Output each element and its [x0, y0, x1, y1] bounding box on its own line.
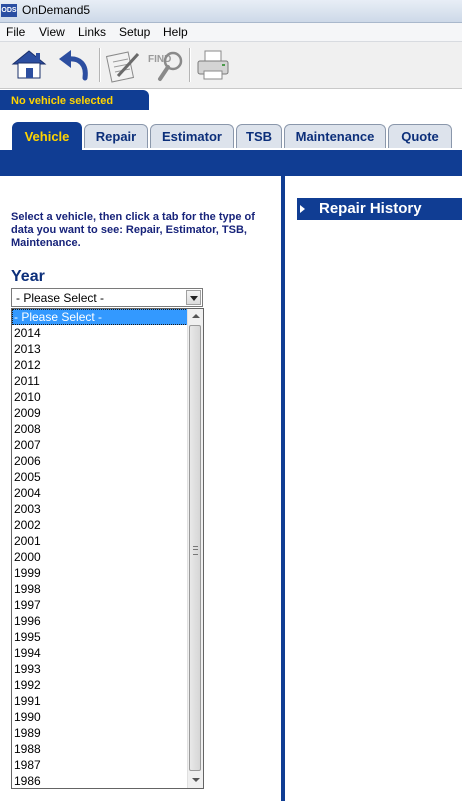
year-option[interactable]: 2014	[12, 325, 188, 341]
notes-button[interactable]	[104, 46, 142, 84]
year-option[interactable]: 2011	[12, 373, 188, 389]
app-logo-icon: ODS	[1, 4, 17, 17]
year-select[interactable]: - Please Select -	[11, 288, 203, 307]
triangle-right-icon	[300, 205, 305, 213]
window-title: OnDemand5	[22, 3, 91, 17]
year-option[interactable]: 1991	[12, 693, 188, 709]
scroll-up-icon[interactable]	[188, 309, 203, 324]
year-option[interactable]: 2006	[12, 453, 188, 469]
home-icon	[11, 50, 47, 79]
year-option[interactable]: 1995	[12, 629, 188, 645]
scrollbar-thumb[interactable]	[189, 325, 201, 771]
year-option-please-select[interactable]: - Please Select -	[12, 309, 188, 325]
year-option[interactable]: 2007	[12, 437, 188, 453]
year-option[interactable]: 1992	[12, 677, 188, 693]
tab-content-header	[0, 150, 462, 176]
tab-strip: Vehicle Repair Estimator TSB Maintenance…	[0, 110, 462, 150]
year-option[interactable]: 1997	[12, 597, 188, 613]
year-option[interactable]: 2003	[12, 501, 188, 517]
menu-bar: File View Links Setup Help	[0, 23, 462, 42]
scroll-down-icon[interactable]	[188, 773, 203, 788]
grip-icon	[193, 546, 198, 555]
year-option[interactable]: 2001	[12, 533, 188, 549]
year-option[interactable]: 2002	[12, 517, 188, 533]
chevron-down-icon[interactable]	[186, 290, 201, 305]
year-label: Year	[11, 268, 45, 285]
notepad-pencil-icon	[105, 51, 140, 83]
year-dropdown-list: - Please Select - 2014 2013 2012 2011 20…	[11, 308, 204, 789]
year-option[interactable]: 2009	[12, 405, 188, 421]
year-option[interactable]: 1998	[12, 581, 188, 597]
year-option[interactable]: 2004	[12, 485, 188, 501]
menu-setup[interactable]: Setup	[119, 25, 150, 39]
tab-estimator[interactable]: Estimator	[150, 124, 234, 148]
year-option[interactable]: 2012	[12, 357, 188, 373]
year-option[interactable]: 2013	[12, 341, 188, 357]
year-option[interactable]: 1987	[12, 757, 188, 773]
find-button[interactable]: FIND	[146, 46, 186, 84]
toolbar-separator	[99, 48, 101, 82]
year-option[interactable]: 2008	[12, 421, 188, 437]
back-arrow-icon	[59, 50, 88, 81]
year-option[interactable]: 1989	[12, 725, 188, 741]
title-bar: ODS OnDemand5	[0, 0, 462, 23]
year-option[interactable]: 1988	[12, 741, 188, 757]
instructions-text: Select a vehicle, then click a tab for t…	[11, 211, 255, 249]
printer-icon	[197, 50, 229, 80]
year-option[interactable]: 1986	[12, 773, 188, 788]
tab-repair[interactable]: Repair	[84, 124, 148, 148]
year-option[interactable]: 1999	[12, 565, 188, 581]
year-option[interactable]: 1990	[12, 709, 188, 725]
magnifier-icon	[158, 51, 183, 81]
tab-maintenance[interactable]: Maintenance	[284, 124, 386, 148]
menu-links[interactable]: Links	[78, 25, 106, 39]
right-panel: Repair History	[285, 176, 462, 801]
toolbar: FIND	[0, 42, 462, 89]
vehicle-status-text: No vehicle selected	[11, 95, 114, 107]
vehicle-selection-panel: Select a vehicle, then click a tab for t…	[0, 176, 281, 801]
year-option[interactable]: 2005	[12, 469, 188, 485]
vehicle-status-tab: No vehicle selected	[0, 90, 149, 110]
year-option[interactable]: 1993	[12, 661, 188, 677]
repair-history-header[interactable]: Repair History	[297, 198, 462, 220]
dropdown-scrollbar[interactable]	[187, 309, 203, 788]
home-button[interactable]	[9, 46, 49, 84]
year-select-value: - Please Select -	[16, 291, 105, 305]
toolbar-separator	[189, 48, 191, 82]
tab-tsb[interactable]: TSB	[236, 124, 282, 148]
tab-quote[interactable]: Quote	[388, 124, 452, 148]
year-option[interactable]: 1996	[12, 613, 188, 629]
year-option[interactable]: 2010	[12, 389, 188, 405]
tab-vehicle[interactable]: Vehicle	[12, 122, 82, 150]
menu-view[interactable]: View	[39, 25, 65, 39]
menu-file[interactable]: File	[6, 25, 25, 39]
menu-help[interactable]: Help	[163, 25, 188, 39]
print-button[interactable]	[194, 46, 232, 84]
year-option[interactable]: 1994	[12, 645, 188, 661]
year-option[interactable]: 2000	[12, 549, 188, 565]
repair-history-label: Repair History	[319, 200, 422, 217]
back-button[interactable]	[55, 46, 93, 84]
